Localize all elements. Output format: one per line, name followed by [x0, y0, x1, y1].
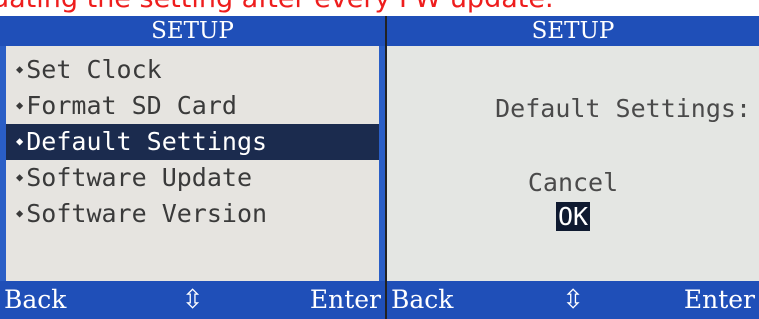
- setup-menu-list: ◆ Set Clock ◆ Format SD Card ◆ Default Sett…: [6, 52, 379, 232]
- menu-item-label: Set Clock: [26, 55, 162, 84]
- cancel-label: Cancel: [527, 168, 619, 197]
- bullet-icon: ◆: [16, 62, 24, 76]
- menu-item-label: Format SD Card: [26, 91, 237, 120]
- cancel-option[interactable]: Cancel: [387, 168, 759, 198]
- bullet-icon: ◆: [16, 134, 24, 148]
- caption-text: dating the setting after every FW update…: [0, 0, 554, 14]
- bullet-icon: ◆: [16, 206, 24, 220]
- up-down-arrow-icon: ⇳: [562, 285, 584, 315]
- softkey-bar: Back ⇳ Enter: [0, 281, 385, 319]
- setup-title: SETUP: [387, 16, 759, 46]
- back-softkey[interactable]: Back: [391, 281, 453, 319]
- setup-menu-screen: SETUP ◆ Set Clock ◆ Format SD Card ◆ Defaul…: [0, 16, 385, 319]
- enter-softkey[interactable]: Enter: [684, 281, 755, 319]
- softkey-bar: Back ⇳ Enter: [387, 281, 759, 319]
- back-softkey[interactable]: Back: [4, 281, 66, 319]
- setup-title: SETUP: [0, 16, 385, 46]
- menu-item-software-update[interactable]: ◆ Software Update: [6, 160, 379, 196]
- dialog-prompt: Default Settings:: [495, 94, 751, 123]
- menu-item-software-version[interactable]: ◆ Software Version: [6, 196, 379, 232]
- menu-item-format-sd-card[interactable]: ◆ Format SD Card: [6, 88, 379, 124]
- menu-item-set-clock[interactable]: ◆ Set Clock: [6, 52, 379, 88]
- ok-option[interactable]: OK: [387, 202, 759, 232]
- up-down-arrow-icon: ⇳: [181, 285, 204, 315]
- menu-item-label: Software Version: [26, 199, 268, 228]
- bullet-icon: ◆: [16, 170, 24, 184]
- default-settings-dialog-screen: SETUP Default Settings: Cancel OK Back ⇳…: [387, 16, 759, 319]
- ok-label: OK: [555, 202, 591, 231]
- bullet-icon: ◆: [16, 98, 24, 112]
- menu-item-label: Default Settings: [26, 127, 268, 156]
- menu-item-label: Software Update: [26, 163, 253, 192]
- menu-item-default-settings[interactable]: ◆ Default Settings: [6, 124, 379, 160]
- enter-softkey[interactable]: Enter: [310, 281, 381, 319]
